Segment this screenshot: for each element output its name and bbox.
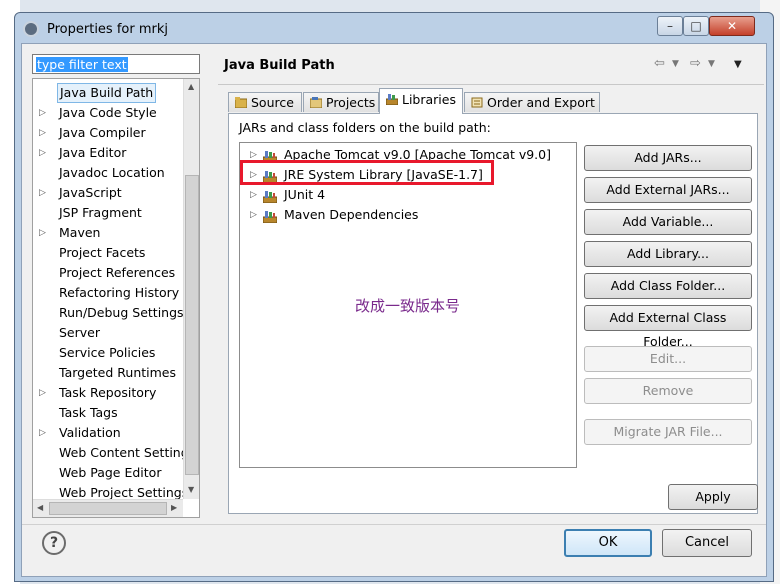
tree-item-label: Web Content Settings [59,445,196,460]
bottom-separator [22,524,766,525]
tree-item-label: Javadoc Location [59,165,165,180]
expand-arrow-icon[interactable]: ▷ [39,223,46,243]
title-separator [218,84,764,85]
tree-vertical-thumb[interactable] [185,175,199,475]
tree-item-label: Task Tags [59,405,118,420]
minimize-button[interactable]: – [657,16,683,36]
library-item[interactable]: ▷ JUnit 4 [240,185,570,205]
edit-button[interactable]: Edit... [584,346,752,372]
pane-sash[interactable] [206,52,210,520]
back-menu-icon[interactable]: ▼ [672,59,679,69]
tree-item-label: Server [59,325,100,340]
migrate-jar-button[interactable]: Migrate JAR File... [584,419,752,445]
tab-libraries[interactable]: Libraries [379,88,463,114]
tab-libraries-label: Libraries [402,92,456,107]
tree-item-label: Java Code Style [59,105,157,120]
library-icon [262,189,278,204]
tab-projects-label: Projects [326,95,376,110]
tree-item-label: Targeted Runtimes [59,365,176,380]
order-export-icon [471,94,483,108]
maximize-button[interactable]: □ [683,16,709,36]
remove-button[interactable]: Remove [584,378,752,404]
tab-source-label: Source [251,95,294,110]
add-class-folder-button[interactable]: Add Class Folder... [584,273,752,299]
tree-item-label: Refactoring History [59,285,180,300]
tree-vertical-scrollbar[interactable]: ▲ ▼ [183,79,199,499]
tree-item-label: Run/Debug Settings [59,305,184,320]
tab-order-export[interactable]: Order and Export [464,92,600,112]
expand-arrow-icon[interactable]: ▷ [39,123,46,143]
expand-arrow-icon[interactable]: ▷ [250,185,257,205]
tree-item-label: Task Repository [59,385,157,400]
libraries-caption: JARs and class folders on the build path… [239,120,491,135]
add-variable-button[interactable]: Add Variable... [584,209,752,235]
expand-arrow-icon[interactable]: ▷ [39,183,46,203]
tab-order-export-label: Order and Export [487,95,595,110]
tree-item-label: Project References [59,265,176,280]
tree-item-label: Service Policies [59,345,156,360]
ok-button[interactable]: OK [564,529,652,557]
expand-arrow-icon[interactable]: ▷ [39,423,46,443]
apply-button[interactable]: Apply [668,484,758,510]
scroll-down-icon[interactable]: ▼ [188,485,194,494]
forward-icon[interactable]: ⇨ [690,56,701,71]
expand-arrow-icon[interactable]: ▷ [39,143,46,163]
tree-item-label: JSP Fragment [59,205,142,220]
tree-horizontal-scrollbar[interactable]: ◀ ▶ [33,499,183,517]
category-tree: Java Build Path ▷ Java Code Style ▷ Java Com… [32,78,200,518]
add-external-class-folder-button[interactable]: Add External Class Folder... [584,305,752,349]
scroll-up-icon[interactable]: ▲ [188,82,194,91]
expand-arrow-icon[interactable]: ▷ [39,383,46,403]
tree-item-label: Java Build Path [57,83,157,103]
close-button[interactable]: ✕ [709,16,755,36]
view-menu-icon[interactable]: ▼ [734,59,742,70]
dialog-client: type filter text Java Build Path ▷ Java Co… [21,43,767,577]
filter-text: type filter text [36,57,128,72]
libraries-panel: JARs and class folders on the build path… [228,113,758,514]
properties-dialog: Properties for mrkj – □ ✕ type filter te… [14,12,774,582]
expand-arrow-icon[interactable]: ▷ [39,103,46,123]
tree-item-label: Maven [59,225,101,240]
filter-input[interactable]: type filter text [32,54,200,74]
library-list: ▷ Apache Tomcat v9.0 [Apache Tomcat v9.0]… [239,142,577,468]
tree-item-label: Validation [59,425,121,440]
tree-item-label: Web Page Editor [59,465,162,480]
scroll-right-icon[interactable]: ▶ [171,503,177,512]
library-item-label: Maven Dependencies [284,207,419,222]
annotation-text: 改成一致版本号 [355,297,461,315]
libraries-icon [385,90,399,106]
tab-source[interactable]: Source [228,92,302,112]
expand-arrow-icon[interactable]: ▷ [250,205,257,225]
window-title: Properties for mrkj [47,22,168,37]
cancel-button[interactable]: Cancel [662,529,752,557]
back-icon[interactable]: ⇦ [654,56,665,71]
title-bar[interactable]: Properties for mrkj – □ ✕ [15,13,773,43]
add-jars-button[interactable]: Add JARs... [584,145,752,171]
library-item[interactable]: ▷ Maven Dependencies [240,205,570,225]
highlight-box [240,160,494,185]
page-title: Java Build Path [224,58,335,73]
tree-item-label: JavaScript [59,185,122,200]
library-item-label: JUnit 4 [284,187,326,202]
forward-menu-icon[interactable]: ▼ [708,59,715,69]
add-library-button[interactable]: Add Library... [584,241,752,267]
source-folder-icon [234,94,248,109]
tab-projects[interactable]: Projects [303,92,379,112]
tree-item-label: Java Compiler [59,125,146,140]
library-icon [262,209,278,224]
projects-icon [309,94,323,109]
tree-item-label: Project Facets [59,245,146,260]
help-icon[interactable]: ? [42,531,66,555]
add-external-jars-button[interactable]: Add External JARs... [584,177,752,203]
tree-horizontal-thumb[interactable] [49,502,167,515]
gear-icon [23,21,39,37]
scroll-left-icon[interactable]: ◀ [37,503,43,512]
tree-item-label: Java Editor [59,145,127,160]
